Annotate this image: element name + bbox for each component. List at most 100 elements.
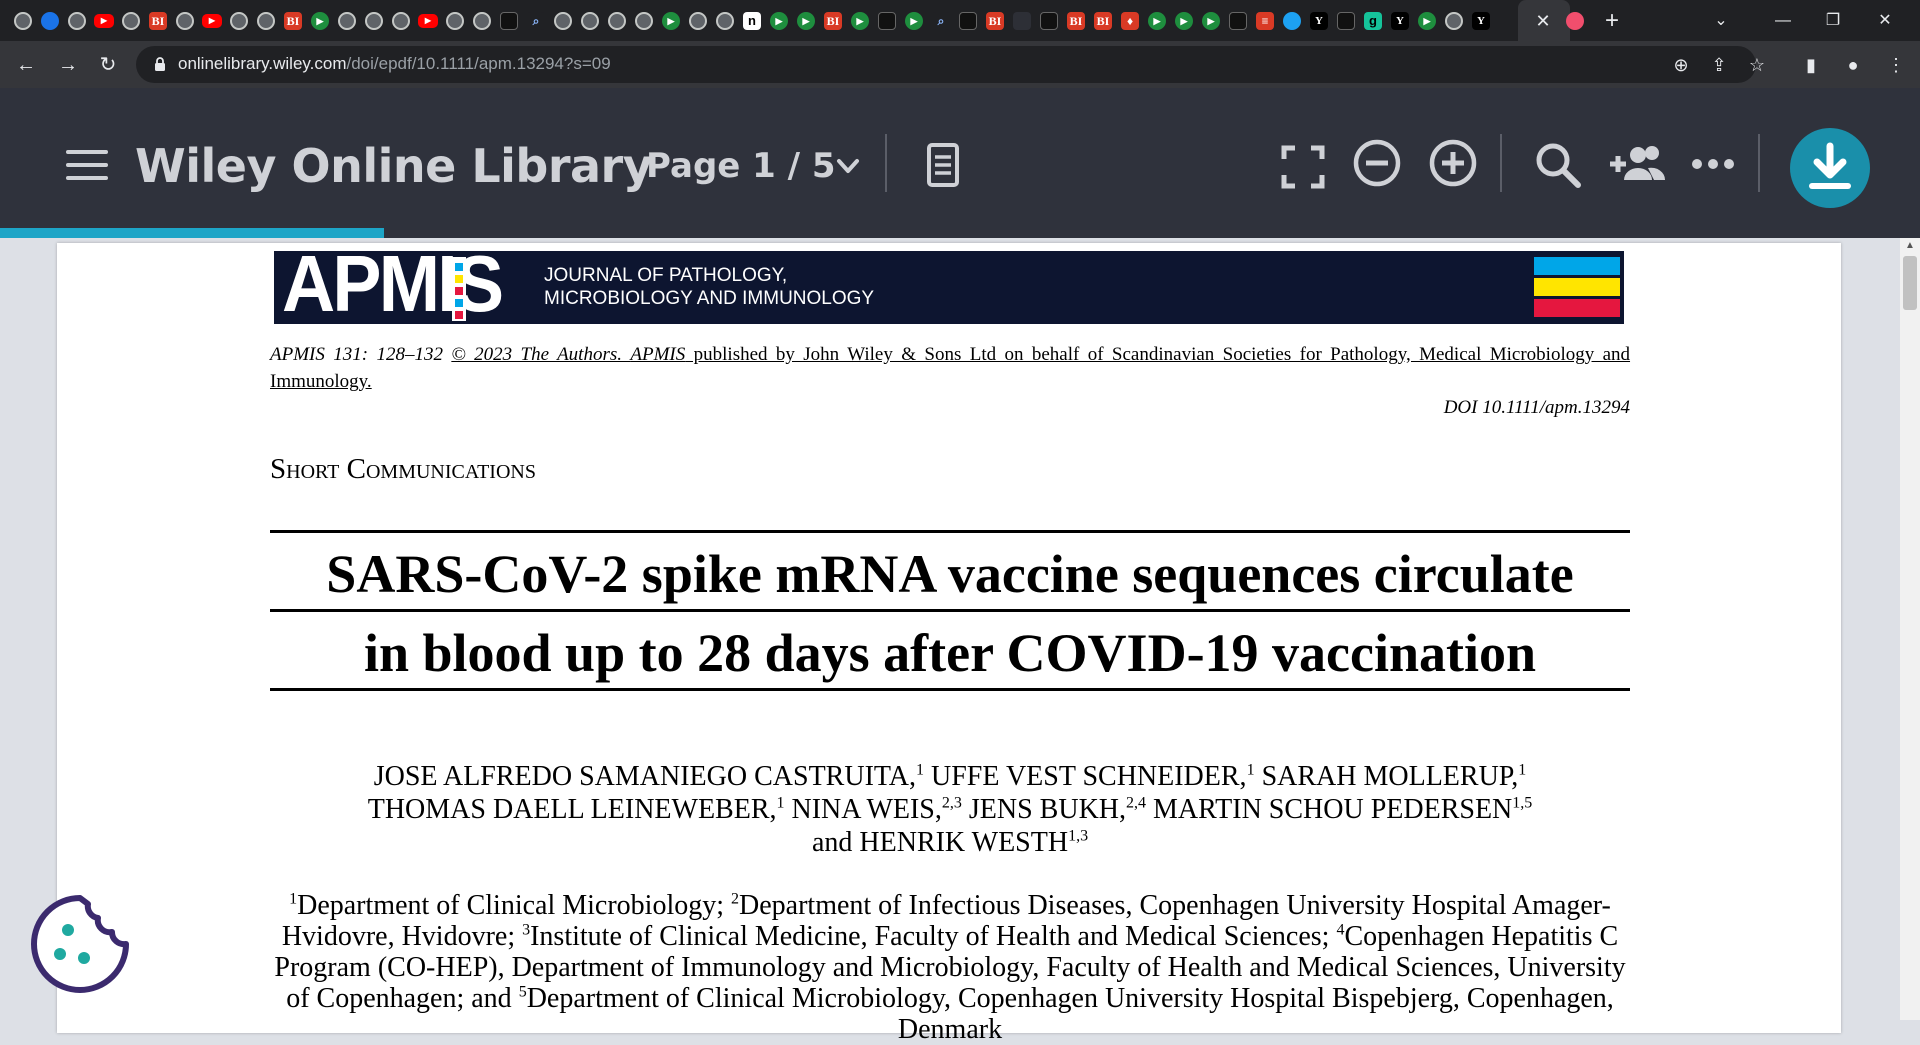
table-of-contents-icon[interactable] (918, 140, 968, 190)
browser-tab[interactable] (251, 6, 281, 36)
browser-tab[interactable] (440, 6, 470, 36)
bi-favicon: BI (986, 12, 1004, 30)
zoom-icon[interactable]: ⊕ (1666, 50, 1696, 80)
y-favicon: Y (1391, 12, 1409, 30)
browser-tab[interactable]: ▶ (899, 6, 929, 36)
browser-tab[interactable]: n (737, 6, 767, 36)
bookmark-star-icon[interactable]: ☆ (1742, 50, 1772, 80)
browser-tab[interactable] (8, 6, 38, 36)
browser-tab[interactable] (1223, 6, 1253, 36)
browser-tab[interactable]: g (1358, 6, 1388, 36)
profile-icon[interactable]: ● (1837, 49, 1869, 81)
globe-favicon (338, 12, 356, 30)
browser-tab[interactable]: Y (1304, 6, 1334, 36)
browser-tab[interactable] (872, 6, 902, 36)
browser-tab[interactable]: Y (1385, 6, 1415, 36)
wiley-favicon (1013, 12, 1031, 30)
tab-search-icon[interactable]: ⌄ (1698, 0, 1744, 41)
browser-tab[interactable] (1007, 6, 1037, 36)
hamburger-menu-icon[interactable] (66, 150, 108, 180)
forward-arrow-icon[interactable]: → (52, 49, 84, 81)
browser-tab[interactable] (359, 6, 389, 36)
browser-tab[interactable]: Y (1466, 6, 1496, 36)
close-window-button[interactable]: ✕ (1862, 0, 1908, 41)
share-icon[interactable]: ⇪ (1704, 50, 1734, 80)
browser-tab[interactable]: ⌕ (926, 6, 956, 36)
browser-tab[interactable] (1331, 6, 1361, 36)
browser-tab[interactable] (1034, 6, 1064, 36)
chevron-down-icon[interactable] (834, 152, 862, 180)
back-arrow-icon[interactable]: ← (10, 49, 42, 81)
share-with-people-icon[interactable] (1608, 138, 1666, 188)
address-bar[interactable]: onlinelibrary.wiley.com/doi/epdf/10.1111… (136, 46, 1765, 83)
browser-tab[interactable] (629, 6, 659, 36)
browser-tab[interactable] (35, 6, 65, 36)
browser-tab[interactable] (953, 6, 983, 36)
y-favicon: Y (1472, 12, 1490, 30)
browser-tab[interactable]: BI (278, 6, 308, 36)
close-tab-icon[interactable]: ✕ (1530, 8, 1556, 34)
doi[interactable]: DOI 10.1111/apm.13294 (1097, 397, 1630, 419)
browser-tab[interactable] (548, 6, 578, 36)
browser-tab[interactable] (62, 6, 92, 36)
browser-tab[interactable]: ▶ (791, 6, 821, 36)
play-favicon: ▶ (905, 12, 923, 30)
browser-tab[interactable]: ▶ (89, 6, 119, 36)
browser-tab[interactable]: ▶ (845, 6, 875, 36)
browser-tab[interactable] (1439, 6, 1469, 36)
more-options-icon[interactable] (1688, 138, 1738, 188)
restore-window-button[interactable]: ❐ (1810, 0, 1856, 41)
browser-tab[interactable]: ▶ (1142, 6, 1172, 36)
citation-link[interactable]: © 2023 The Authors. APMIS published by J… (270, 344, 1630, 392)
tab-pinned[interactable] (1560, 6, 1590, 36)
browser-tab[interactable]: ♦ (1115, 6, 1145, 36)
browser-menu-icon[interactable]: ⋮ (1880, 49, 1912, 81)
browser-tab[interactable]: BI (1088, 6, 1118, 36)
browser-tab[interactable] (386, 6, 416, 36)
site-brand[interactable]: Wiley Online Library (135, 139, 653, 193)
browser-tab[interactable]: BI (1061, 6, 1091, 36)
browser-tab[interactable] (224, 6, 254, 36)
scroll-up-arrow-icon[interactable]: ▲ (1900, 240, 1920, 254)
side-panel-icon[interactable]: ▮ (1795, 49, 1827, 81)
browser-tab[interactable]: ▶ (764, 6, 794, 36)
download-button[interactable] (1790, 128, 1870, 208)
browser-tab[interactable] (116, 6, 146, 36)
browser-tab[interactable]: ▶ (305, 6, 335, 36)
browser-tab[interactable]: ▶ (1412, 6, 1442, 36)
browser-tab[interactable] (1277, 6, 1307, 36)
minimize-window-button[interactable]: — (1760, 0, 1806, 41)
browser-tab[interactable] (602, 6, 632, 36)
affiliation-mark: 1 (289, 890, 298, 908)
browser-tab[interactable]: ≡ (1250, 6, 1280, 36)
browser-tab[interactable]: ▶ (1196, 6, 1226, 36)
browser-tab[interactable] (683, 6, 713, 36)
search-icon[interactable] (1533, 140, 1583, 190)
reading-progress-bar (0, 228, 384, 238)
url-text[interactable]: onlinelibrary.wiley.com/doi/epdf/10.1111… (178, 54, 611, 74)
browser-tab[interactable]: ▶ (1169, 6, 1199, 36)
zoom-out-icon[interactable] (1352, 138, 1402, 188)
browser-tab[interactable]: BI (818, 6, 848, 36)
reload-icon[interactable]: ↻ (92, 49, 124, 81)
browser-tab[interactable] (575, 6, 605, 36)
scrollbar-thumb[interactable] (1903, 256, 1917, 310)
browser-tab[interactable] (332, 6, 362, 36)
browser-tab[interactable] (710, 6, 740, 36)
browser-tab[interactable]: ▶ (656, 6, 686, 36)
browser-tab[interactable] (170, 6, 200, 36)
fullscreen-icon[interactable] (1278, 142, 1328, 192)
browser-tab[interactable] (467, 6, 497, 36)
cookie-settings-icon[interactable] (28, 892, 132, 996)
page-indicator[interactable]: Page 1 / 5 (646, 146, 836, 186)
browser-tab[interactable]: ▶ (413, 6, 443, 36)
new-tab-button[interactable]: + (1597, 6, 1627, 36)
pink-favicon (1566, 12, 1584, 30)
browser-tab[interactable]: ⌕ (521, 6, 551, 36)
zoom-in-icon[interactable] (1428, 138, 1478, 188)
browser-tab[interactable]: ▶ (197, 6, 227, 36)
browser-tab[interactable] (494, 6, 524, 36)
vertical-scrollbar[interactable]: ▲ (1900, 238, 1920, 1020)
browser-tab[interactable]: BI (980, 6, 1010, 36)
browser-tab[interactable]: BI (143, 6, 173, 36)
